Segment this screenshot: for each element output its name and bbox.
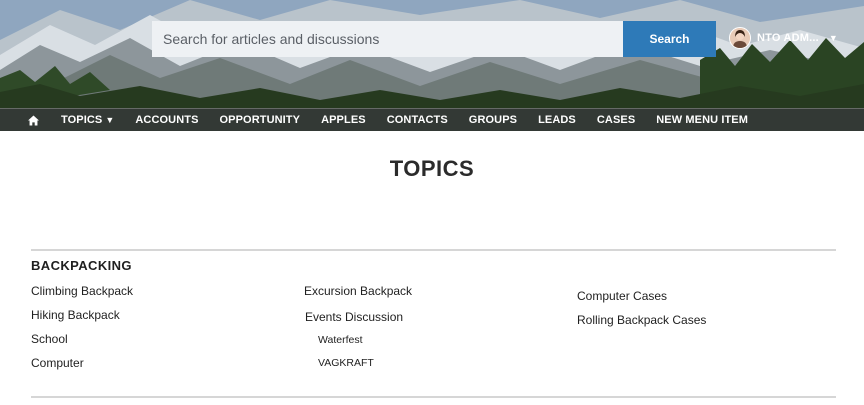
- home-icon: [28, 114, 39, 126]
- topic-link[interactable]: Events Discussion: [305, 310, 403, 324]
- subtopic-link[interactable]: VAGKRAFT: [318, 357, 374, 369]
- nav-item-contacts[interactable]: CONTACTS: [387, 114, 448, 126]
- nav-item-leads[interactable]: LEADS: [538, 114, 576, 126]
- hero-banner: Search NTO ADM... ▼: [0, 0, 864, 108]
- search-button[interactable]: Search: [623, 21, 716, 57]
- nav-item-groups[interactable]: GROUPS: [469, 114, 517, 126]
- section-title: BACKPACKING: [31, 258, 132, 273]
- nav-item-topics[interactable]: TOPICS ▼: [61, 114, 114, 126]
- nav-item-accounts[interactable]: ACCOUNTS: [135, 114, 198, 126]
- topic-link[interactable]: Computer: [31, 356, 84, 370]
- nav-home[interactable]: [28, 109, 44, 131]
- topic-link[interactable]: Rolling Backpack Cases: [577, 313, 706, 327]
- topic-link[interactable]: Excursion Backpack: [304, 284, 412, 298]
- section-divider-bottom: [31, 396, 836, 398]
- caret-down-icon: ▼: [828, 33, 838, 43]
- subtopic-link[interactable]: Waterfest: [318, 334, 363, 346]
- search-input[interactable]: [152, 21, 623, 57]
- nav-item-apples[interactable]: APPLES: [321, 114, 366, 126]
- topic-link[interactable]: Climbing Backpack: [31, 284, 133, 298]
- topic-link[interactable]: Hiking Backpack: [31, 308, 120, 322]
- topic-link[interactable]: School: [31, 332, 68, 346]
- nav-item-opportunity[interactable]: OPPORTUNITY: [220, 114, 301, 126]
- nav-item-label: TOPICS: [61, 114, 103, 126]
- caret-down-icon: ▼: [105, 115, 115, 125]
- user-name: NTO ADM...: [757, 32, 819, 44]
- nav-item-cases[interactable]: CASES: [597, 114, 635, 126]
- main-navigation: TOPICS ▼ ACCOUNTS OPPORTUNITY APPLES CON…: [0, 108, 864, 131]
- user-menu[interactable]: NTO ADM... ▼: [729, 26, 838, 50]
- topic-link[interactable]: Computer Cases: [577, 289, 667, 303]
- nav-item-new-menu-item[interactable]: NEW MENU ITEM: [656, 114, 748, 126]
- avatar: [729, 27, 751, 49]
- user-avatar-icon: [730, 28, 750, 48]
- page-title: TOPICS: [389, 156, 475, 181]
- section-divider-top: [31, 249, 836, 251]
